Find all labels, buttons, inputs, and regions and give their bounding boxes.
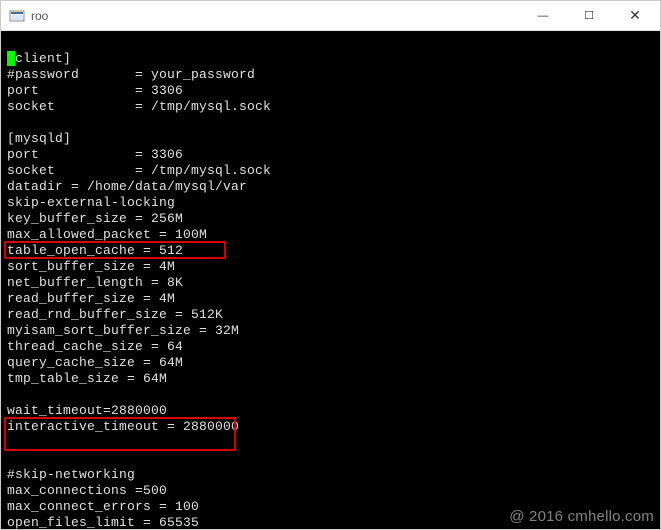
config-line: port = 3306 [7, 83, 183, 98]
config-line: socket = /tmp/mysql.sock [7, 163, 271, 178]
window-controls: — ☐ ✕ [520, 1, 658, 31]
config-line: wait_timeout=2880000 [7, 403, 167, 418]
terminal-window: roo — ☐ ✕ client] #password = your_passw… [0, 0, 661, 530]
config-line: #password = your_password [7, 67, 255, 82]
config-line: sort_buffer_size = 4M [7, 259, 175, 274]
config-line: client] [7, 51, 71, 66]
close-button[interactable]: ✕ [612, 1, 658, 31]
config-line: myisam_sort_buffer_size = 32M [7, 323, 239, 338]
config-line: tmp_table_size = 64M [7, 371, 167, 386]
config-line: max_allowed_packet = 100M [7, 227, 207, 242]
config-line: socket = /tmp/mysql.sock [7, 99, 271, 114]
config-line: thread_cache_size = 64 [7, 339, 183, 354]
config-line: max_connect_errors = 100 [7, 499, 199, 514]
config-line: max_connections =500 [7, 483, 167, 498]
config-line: datadir = /home/data/mysql/var [7, 179, 247, 194]
config-line: port = 3306 [7, 147, 183, 162]
config-line: interactive_timeout = 2880000 [7, 419, 239, 434]
config-line: read_rnd_buffer_size = 512K [7, 307, 223, 322]
putty-icon [9, 8, 25, 24]
terminal-content[interactable]: client] #password = your_password port =… [1, 31, 660, 529]
minimize-button[interactable]: — [520, 1, 566, 31]
config-line: query_cache_size = 64M [7, 355, 183, 370]
titlebar[interactable]: roo — ☐ ✕ [1, 1, 660, 31]
config-line: [mysqld] [7, 131, 71, 146]
config-line: read_buffer_size = 4M [7, 291, 175, 306]
window-title: roo [31, 9, 520, 23]
config-line: skip-external-locking [7, 195, 175, 210]
config-line: net_buffer_length = 8K [7, 275, 183, 290]
config-line: key_buffer_size = 256M [7, 211, 183, 226]
config-line: #skip-networking [7, 467, 135, 482]
watermark-text: @ 2016 cmhello.com [509, 509, 654, 525]
config-line: open_files_limit = 65535 [7, 515, 199, 529]
cursor-block [7, 51, 15, 66]
maximize-button[interactable]: ☐ [566, 1, 612, 31]
config-line: table_open_cache = 512 [7, 243, 183, 258]
